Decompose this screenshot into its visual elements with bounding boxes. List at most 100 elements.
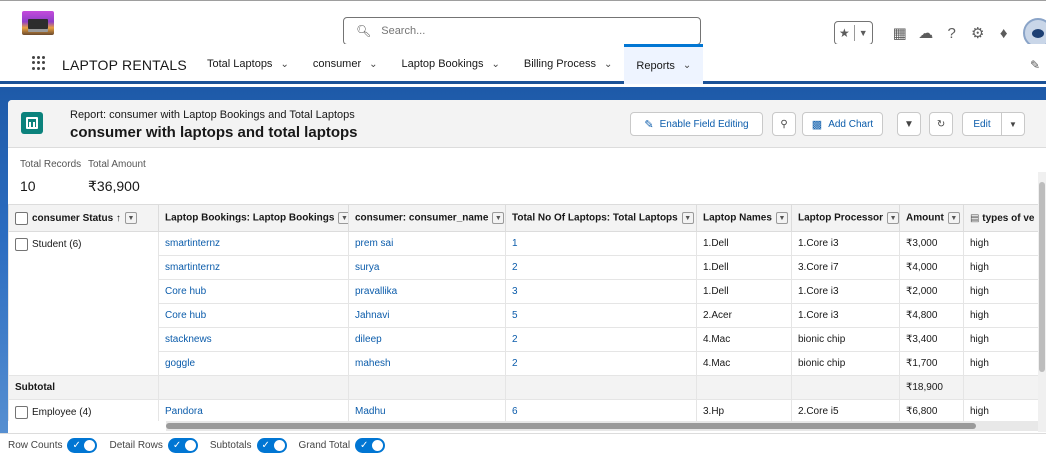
- refresh-button[interactable]: ↻: [929, 112, 953, 136]
- detail-rows-toggle[interactable]: [167, 438, 198, 453]
- column-menu-icon[interactable]: ▼: [887, 212, 899, 224]
- table-row: Student (6) smartinternz prem sai 1 1.De…: [8, 231, 1038, 376]
- tab-label: Reports: [636, 59, 675, 72]
- favorites-divider: [853, 25, 855, 41]
- cell-laptop-name: 4.Mac: [696, 327, 792, 352]
- table-row: stacknews dileep 2 4.Mac bionic chip ₹3,…: [9, 327, 1038, 352]
- add-icon[interactable]: ▦: [887, 24, 913, 42]
- enable-field-editing-button[interactable]: ✎ Enable Field Editing: [630, 112, 763, 136]
- help-icon[interactable]: ?: [939, 25, 965, 42]
- grand-total-toggle[interactable]: [355, 438, 386, 453]
- favorites-group[interactable]: ★ ▼: [834, 21, 873, 45]
- global-search[interactable]: 🔍︎: [343, 17, 701, 45]
- cell-amount: ₹4,000: [899, 255, 964, 280]
- cell-consumer-link[interactable]: Madhu: [348, 399, 506, 421]
- cell-booking-link[interactable]: Core hub: [158, 303, 349, 328]
- cell-booking-link[interactable]: Core hub: [158, 279, 349, 304]
- report-icon: [21, 112, 43, 134]
- add-chart-button[interactable]: ▩ Add Chart: [802, 112, 883, 136]
- chevron-down-icon[interactable]: ▼: [859, 28, 868, 38]
- column-menu-icon[interactable]: ▼: [338, 212, 348, 224]
- vertical-scrollbar[interactable]: [1038, 172, 1046, 432]
- group-checkbox[interactable]: [15, 406, 28, 419]
- vertical-scroll-thumb[interactable]: [1039, 182, 1045, 372]
- app-launcher-icon[interactable]: [32, 56, 46, 70]
- cell-processor: 3.Core i7: [791, 255, 900, 280]
- cell-total-laptops-link[interactable]: 6: [505, 399, 697, 421]
- column-header-amount[interactable]: Amount ▼: [899, 204, 964, 232]
- chevron-down-icon[interactable]: ⌄: [280, 59, 288, 70]
- cell-amount: ₹4,800: [899, 303, 964, 328]
- horizontal-scroll-thumb[interactable]: [166, 423, 976, 429]
- cell-laptop-name: 2.Acer: [696, 303, 792, 328]
- cell-consumer-link[interactable]: mahesh: [348, 351, 506, 376]
- cell-amount: ₹3,000: [899, 231, 964, 256]
- cell-booking-link[interactable]: smartinternz: [158, 255, 349, 280]
- column-header-laptop-processor[interactable]: Laptop Processor ▼: [791, 204, 900, 232]
- report-card: Report: consumer with Laptop Bookings an…: [8, 100, 1046, 457]
- cell-type: high: [963, 255, 1038, 280]
- cell-total-laptops-link[interactable]: 2: [505, 327, 697, 352]
- column-header-total-laptops[interactable]: Total No Of Laptops: Total Laptops ▼: [505, 204, 697, 232]
- column-header-consumer-status[interactable]: consumer Status ↑ ▼: [8, 204, 159, 232]
- tab-total-laptops[interactable]: Total Laptops ⌄: [195, 44, 301, 84]
- chevron-down-icon[interactable]: ⌄: [683, 60, 691, 71]
- bell-icon[interactable]: ♦: [991, 25, 1017, 42]
- column-menu-icon[interactable]: ▼: [775, 212, 788, 224]
- tab-reports[interactable]: Reports ⌄: [624, 44, 704, 84]
- tab-billing-process[interactable]: Billing Process ⌄: [512, 44, 625, 84]
- row-counts-toggle[interactable]: [67, 438, 98, 453]
- cell-booking-link[interactable]: goggle: [158, 351, 349, 376]
- search-icon: ⚲: [780, 118, 788, 130]
- cell-processor: bionic chip: [791, 351, 900, 376]
- report-table-wrapper[interactable]: consumer Status ↑ ▼ Laptop Bookings: Lapt…: [8, 204, 1038, 421]
- edit-nav-pencil-icon[interactable]: ✎: [1030, 58, 1040, 72]
- report-table: consumer Status ↑ ▼ Laptop Bookings: Lapt…: [8, 204, 1038, 421]
- cell-total-laptops-link[interactable]: 1: [505, 231, 697, 256]
- select-all-checkbox[interactable]: [15, 211, 28, 225]
- chevron-down-icon[interactable]: ⌄: [369, 59, 377, 70]
- cell-booking-link[interactable]: Pandora: [158, 399, 349, 421]
- horizontal-scrollbar[interactable]: [166, 421, 1038, 431]
- column-header-laptop-names[interactable]: Laptop Names ▼: [696, 204, 792, 232]
- report-header: Report: consumer with Laptop Bookings an…: [8, 100, 1046, 148]
- cell-consumer-link[interactable]: Jahnavi: [348, 303, 506, 328]
- group-checkbox[interactable]: [15, 238, 28, 251]
- cell-consumer-link[interactable]: surya: [348, 255, 506, 280]
- app-nav-bar: LAPTOP RENTALS Total Laptops ⌄ consumer …: [0, 44, 1046, 84]
- tab-laptop-bookings[interactable]: Laptop Bookings ⌄: [390, 44, 512, 84]
- column-menu-icon[interactable]: ▼: [492, 212, 505, 224]
- column-menu-icon[interactable]: ▼: [947, 212, 960, 224]
- gear-icon[interactable]: ⚙: [965, 24, 991, 42]
- grand-total-toggle-item: Grand Total: [299, 438, 386, 453]
- cell-total-laptops-link[interactable]: 2: [505, 351, 697, 376]
- cell-total-laptops-link[interactable]: 3: [505, 279, 697, 304]
- favorites-star-icon[interactable]: ★: [839, 26, 850, 40]
- cell-booking-link[interactable]: smartinternz: [158, 231, 349, 256]
- column-header-consumer-name[interactable]: consumer: consumer_name ▼: [348, 204, 506, 232]
- search-report-button[interactable]: ⚲: [772, 112, 796, 136]
- chart-icon: ▩: [811, 118, 823, 131]
- search-input[interactable]: [379, 24, 680, 38]
- chevron-down-icon[interactable]: ⌄: [604, 59, 612, 70]
- column-menu-icon[interactable]: ▼: [681, 212, 694, 224]
- org-logo[interactable]: [22, 11, 54, 35]
- column-menu-icon[interactable]: ▼: [124, 212, 137, 224]
- subtotals-toggle[interactable]: [256, 438, 287, 453]
- edit-button[interactable]: Edit: [962, 112, 1002, 136]
- column-header-laptop-bookings[interactable]: Laptop Bookings: Laptop Bookings ▼: [158, 204, 349, 232]
- cloud-icon[interactable]: ☁: [913, 24, 939, 42]
- filter-button[interactable]: ▼: [897, 112, 921, 136]
- cell-total-laptops-link[interactable]: 2: [505, 255, 697, 280]
- cell-booking-link[interactable]: stacknews: [158, 327, 349, 352]
- edit-menu-button[interactable]: ▼: [1001, 112, 1025, 136]
- cell-consumer-link[interactable]: dileep: [348, 327, 506, 352]
- column-header-label: consumer: consumer_name: [355, 212, 489, 224]
- column-header-types-of-vehicle[interactable]: ▤ types of ve: [963, 204, 1038, 232]
- cell-consumer-link[interactable]: pravallika: [348, 279, 506, 304]
- cell-consumer-link[interactable]: prem sai: [348, 231, 506, 256]
- cell-total-laptops-link[interactable]: 5: [505, 303, 697, 328]
- chevron-down-icon[interactable]: ⌄: [491, 59, 499, 70]
- tab-consumer[interactable]: consumer ⌄: [301, 44, 390, 84]
- column-header-label: consumer Status ↑: [32, 212, 121, 224]
